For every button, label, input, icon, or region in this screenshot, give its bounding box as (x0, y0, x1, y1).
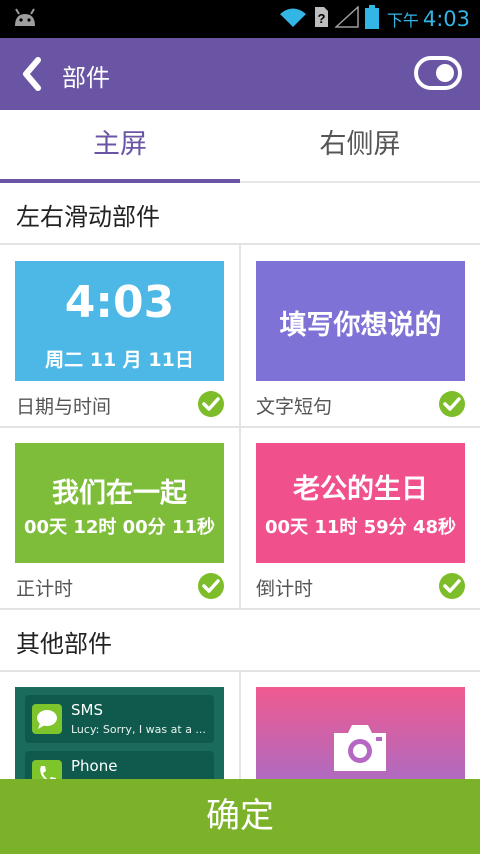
wifi-icon (279, 6, 307, 32)
widget-caption: 文字短句 (256, 396, 333, 418)
check-icon[interactable] (198, 391, 224, 417)
tab-right-screen[interactable]: 右侧屏 (240, 110, 480, 181)
widget-text: 填写你想说的 (279, 310, 442, 341)
widget-clock-date: 周二 11 月 11日 (45, 349, 194, 371)
android-icon (12, 8, 38, 32)
svg-text:?: ? (317, 11, 325, 26)
column-divider (239, 245, 241, 426)
widget-caption: 正计时 (16, 578, 74, 600)
check-icon[interactable] (198, 573, 224, 599)
back-button[interactable] (14, 54, 54, 94)
status-bar: ? 下午 4:03 (0, 0, 480, 38)
column-divider (239, 428, 241, 608)
toggle-button[interactable] (414, 56, 462, 90)
widget-clock-time: 4:03 (64, 277, 175, 328)
countup-widget-card[interactable]: 我们在一起 00天 12时 00分 11秒 (15, 443, 224, 563)
tab-home-screen[interactable]: 主屏 (0, 110, 240, 183)
section-header-other: 其他部件 (0, 610, 480, 672)
battery-icon (364, 5, 379, 33)
datetime-widget-card[interactable]: 4:03 周二 11 月 11日 (15, 261, 224, 381)
list-item: SMS Lucy: Sorry, I was at a ... (25, 695, 214, 743)
widget-row: 我们在一起 00天 12时 00分 11秒 正计时 老公的生日 00天 11时 … (0, 428, 480, 610)
message-title: SMS (71, 701, 103, 719)
chevron-left-icon (23, 57, 41, 91)
widget-countdown-value: 00天 11时 59分 48秒 (265, 517, 456, 538)
section-title: 左右滑动部件 (16, 203, 160, 231)
clock-ampm: 下午 (386, 11, 419, 30)
signal-icon (333, 5, 359, 32)
widget-countup-title: 我们在一起 (52, 478, 187, 509)
widget-caption: 倒计时 (256, 578, 314, 600)
chat-icon (32, 704, 62, 734)
widget-row: 4:03 周二 11 月 11日 日期与时间 填写你想说的 文字短句 (0, 245, 480, 428)
message-body: Lucy: Sorry, I was at a ... (71, 723, 206, 736)
clock-time: 4:03 (422, 7, 470, 31)
message-title: Phone (71, 757, 118, 775)
confirm-button[interactable]: 确定 (0, 779, 480, 854)
toggle-icon (436, 64, 454, 82)
page-title: 部件 (62, 64, 110, 92)
tab-bar: 主屏 右侧屏 (0, 110, 480, 183)
section-title: 其他部件 (16, 630, 112, 658)
camera-icon (334, 725, 386, 771)
widget-countdown-title: 老公的生日 (293, 474, 428, 505)
countdown-widget-card[interactable]: 老公的生日 00天 11时 59分 48秒 (256, 443, 465, 563)
widget-caption: 日期与时间 (16, 396, 112, 418)
no-sim-icon: ? (313, 6, 329, 32)
action-bar: 部件 (0, 38, 480, 110)
section-header-swipe: 左右滑动部件 (0, 183, 480, 245)
check-icon[interactable] (439, 573, 465, 599)
text-widget-card[interactable]: 填写你想说的 (256, 261, 465, 381)
check-icon[interactable] (439, 391, 465, 417)
widget-countup-value: 00天 12时 00分 11秒 (24, 517, 215, 538)
